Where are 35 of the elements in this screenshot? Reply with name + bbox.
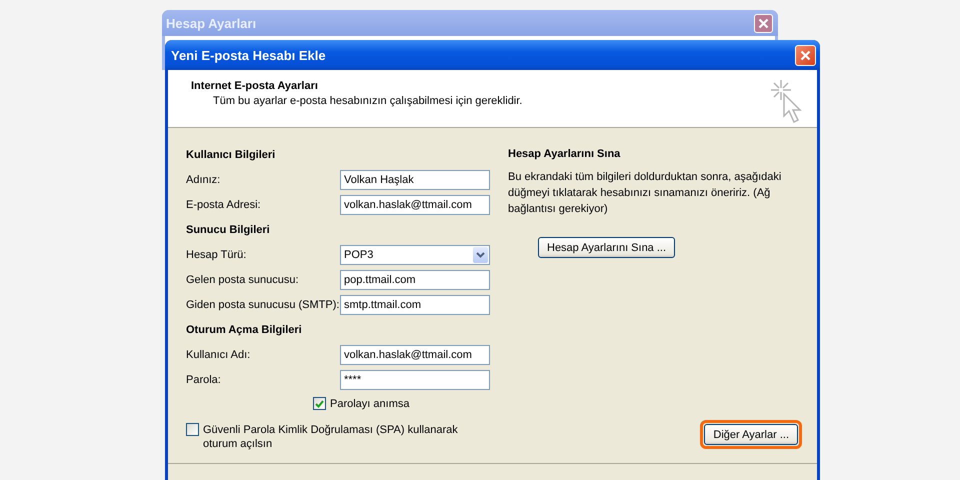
header-title: Internet E-posta Ayarları xyxy=(191,80,319,92)
description-text: Bu ekrandaki tüm bilgileri doldurduktan sonra, aşağıdaki düğmeyi tıklatarak hesabınızı sınamanızı öneririz. (Ağ bağlantısı gerekiyor) xyxy=(508,170,782,217)
window-title: Hesap Ayarları xyxy=(166,16,256,30)
section-heading: Sunucu Bilgileri xyxy=(186,223,271,238)
field-label: Parola: xyxy=(186,374,222,386)
close-button[interactable] xyxy=(754,14,773,32)
section-heading: Kullanıcı Bilgileri xyxy=(186,148,276,163)
close-button[interactable] xyxy=(795,44,816,66)
more-settings-button[interactable]: Diğer Ayarlar ... xyxy=(704,424,798,445)
checkbox-label: Parolayı anımsa xyxy=(330,397,410,411)
field-label: Kullanıcı Adı: xyxy=(186,348,252,360)
test-settings-button[interactable]: Hesap Ayarlarını Sına ... xyxy=(538,237,676,258)
checkbox[interactable] xyxy=(313,397,326,410)
field-label: Adınız: xyxy=(186,174,222,186)
checkbox-label: Güvenli Parola Kimlik Doğrulaması (SPA) kullanarak oturum açılsın xyxy=(203,423,459,451)
field-label: Giden posta sunucusu (SMTP): xyxy=(186,298,340,310)
chevron-down-icon[interactable] xyxy=(473,246,488,262)
password-field[interactable]: **** xyxy=(340,370,490,390)
section-heading: Oturum Açma Bilgileri xyxy=(186,323,303,338)
checkbox[interactable] xyxy=(186,423,199,436)
cursor-sparkle-icon xyxy=(769,78,805,124)
section-heading: Hesap Ayarlarını Sına xyxy=(508,147,622,162)
input-field[interactable]: smtp.ttmail.com xyxy=(340,294,490,314)
dropdown[interactable]: POP3 xyxy=(340,244,490,264)
field-label: Hesap Türü: xyxy=(186,248,248,260)
field-label: Gelen posta sunucusu: xyxy=(186,274,300,286)
field-label: E-posta Adresi: xyxy=(186,198,262,210)
close-icon xyxy=(758,18,769,28)
header-subtitle: Tüm bu ayarlar e-posta hesabınızın çalışabilmesi için gereklidir. xyxy=(213,95,524,107)
dialog-title: Yeni E-posta Hesabı Ekle xyxy=(171,48,326,62)
input-field[interactable]: pop.ttmail.com xyxy=(340,270,490,290)
input-field[interactable]: Volkan Haşlak xyxy=(340,170,490,190)
close-icon xyxy=(800,50,811,60)
input-field[interactable]: volkan.haslak@ttmail.com xyxy=(340,344,490,364)
input-field[interactable]: volkan.haslak@ttmail.com xyxy=(340,194,490,214)
